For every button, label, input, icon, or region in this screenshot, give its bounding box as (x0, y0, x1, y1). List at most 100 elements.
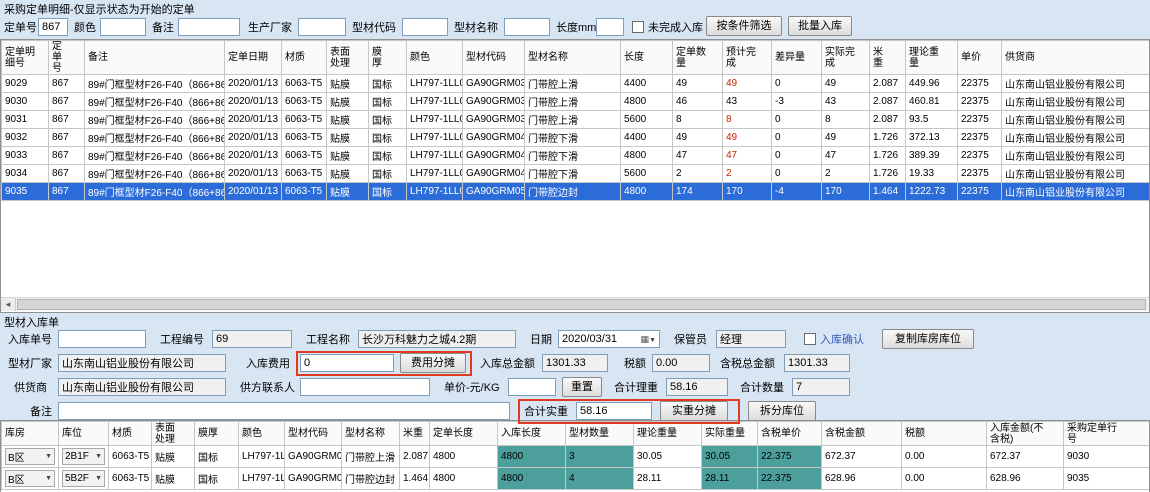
actual-weight-allocate-button[interactable]: 实重分摊 (660, 401, 728, 421)
length-input[interactable] (596, 18, 624, 36)
cell: GA90GRM05 (463, 183, 525, 201)
filter-manufacturer-label: 生产厂家 (248, 21, 292, 35)
inbound-total-amount-field[interactable] (542, 354, 608, 372)
column-header: 膜 厚 (369, 41, 407, 75)
column-header: 米 重 (870, 41, 906, 75)
column-header: 理论重量 (634, 422, 702, 446)
color-input[interactable] (100, 18, 146, 36)
cell: B区 ▼ (2, 446, 59, 468)
table-row[interactable]: B区▼2B1F▼6063-T5贴膜国标LH797-1LL0GA90GRM03门带… (2, 446, 1150, 468)
column-header: 型材代码 (463, 41, 525, 75)
split-location-button[interactable]: 拆分库位 (748, 401, 816, 421)
column-header: 差异量 (772, 41, 822, 75)
cell: 山东南山铝业股份有限公司 (1002, 93, 1150, 111)
table-row[interactable]: 903486789#门框型材F26-F40（866+867）2020/01/13… (2, 165, 1150, 183)
table-row[interactable]: B区▼5B2F▼6063-T5贴膜国标LH797-1LL0GA90GRM05门带… (2, 468, 1150, 490)
project-no-field[interactable] (212, 330, 292, 348)
project-no-label: 工程编号 (160, 333, 204, 347)
warehouse-dropdown[interactable]: B区 ▼ (5, 448, 55, 465)
order-no-input[interactable] (38, 18, 68, 36)
column-header: 入库金额(不 含税) (987, 422, 1064, 446)
profile-name-input[interactable] (504, 18, 550, 36)
cell: 门带腔下滑 (525, 129, 621, 147)
chevron-down-icon: ▼ (45, 452, 52, 462)
table-row[interactable]: 903386789#门框型材F26-F40（866+867）2020/01/13… (2, 147, 1150, 165)
supplier-contact-field[interactable] (300, 378, 430, 396)
cell: 门带腔边封 (525, 183, 621, 201)
cell: 9033 (2, 147, 49, 165)
cell: 30.05 (634, 446, 702, 468)
table-row[interactable]: 903286789#门框型材F26-F40（866+867）2020/01/13… (2, 129, 1150, 147)
cell: 8 (673, 111, 723, 129)
column-header: 定单明 细号 (2, 41, 49, 75)
remark-field[interactable] (58, 402, 510, 420)
cell: -4 (772, 183, 822, 201)
cell: 9035 (1064, 468, 1150, 490)
table-row[interactable]: 903086789#门框型材F26-F40（866+867）2020/01/13… (2, 93, 1150, 111)
location-dropdown[interactable]: 5B2F▼ (62, 470, 105, 487)
chevron-down-icon[interactable]: ▼ (649, 337, 656, 344)
scroll-left-arrow-icon[interactable]: ◂ (1, 298, 16, 311)
inbound-no-field[interactable] (58, 330, 146, 348)
total-quantity-field[interactable] (792, 378, 850, 396)
cell: 4800 (621, 147, 673, 165)
batch-inbound-button[interactable]: 批量入库 (788, 16, 852, 36)
cell: LH797-1LL0 (407, 111, 463, 129)
cell: LH797-1LL0 (239, 468, 285, 490)
total-theoretical-weight-field[interactable] (666, 378, 728, 396)
date-label: 日期 (530, 333, 552, 347)
cell: GA90GRM04 (463, 147, 525, 165)
fee-allocate-button[interactable]: 费用分摊 (400, 353, 466, 373)
tax-amount-label: 税额 (624, 357, 646, 371)
cell: 4800 (498, 468, 566, 490)
cell: 2 (822, 165, 870, 183)
dropdown-value: B区 (8, 449, 25, 464)
cell: 2.087 (870, 75, 906, 93)
cell: 9030 (1064, 446, 1150, 468)
inbound-fee-field[interactable] (300, 354, 394, 372)
table-row[interactable]: 903186789#门框型材F26-F40（866+867）2020/01/13… (2, 111, 1150, 129)
cell: 4400 (621, 75, 673, 93)
profile-code-input[interactable] (402, 18, 448, 36)
cell: 门带腔下滑 (525, 165, 621, 183)
reset-button[interactable]: 重置 (562, 377, 602, 397)
cell: 93.5 (906, 111, 958, 129)
cell: 9035 (2, 183, 49, 201)
horizontal-scrollbar[interactable]: ◂ (1, 297, 1149, 311)
total-actual-weight-field[interactable] (576, 402, 652, 420)
cell: 1.726 (870, 165, 906, 183)
cell: 867 (49, 111, 85, 129)
unit-price-field[interactable] (508, 378, 556, 396)
remark-input[interactable] (178, 18, 240, 36)
cell: 贴膜 (152, 468, 195, 490)
cell: 43 (822, 93, 870, 111)
table-row[interactable]: 902986789#门框型材F26-F40（866+867）2020/01/13… (2, 75, 1150, 93)
location-dropdown[interactable]: 2B1F▼ (62, 448, 105, 465)
scrollbar-thumb[interactable] (17, 299, 1146, 310)
cell: 4800 (621, 93, 673, 111)
factory-field[interactable] (58, 354, 226, 372)
inbound-confirm-checkbox[interactable] (804, 333, 816, 345)
cell: 0 (772, 147, 822, 165)
keeper-field[interactable] (716, 330, 786, 348)
manufacturer-input[interactable] (298, 18, 346, 36)
cell: LH797-1LL0 (407, 165, 463, 183)
unfinished-inbound-checkbox[interactable] (632, 21, 644, 33)
project-name-field[interactable] (358, 330, 516, 348)
warehouse-dropdown[interactable]: B区▼ (5, 470, 55, 487)
date-field[interactable]: 2020/03/31 ▦▼ (558, 330, 660, 348)
column-header: 型材数量 (566, 422, 634, 446)
total-with-tax-field[interactable] (784, 354, 850, 372)
supplier-field[interactable] (58, 378, 226, 396)
tax-amount-field[interactable] (652, 354, 710, 372)
cell: 30.05 (702, 446, 758, 468)
filter-by-condition-button[interactable]: 按条件筛选 (706, 16, 782, 36)
copy-warehouse-location-button[interactable]: 复制库房库位 (882, 329, 974, 349)
column-header: 实际重量 (702, 422, 758, 446)
cell: 5600 (621, 165, 673, 183)
table-row[interactable]: 903586789#门框型材F26-F40（866+867）2020/01/13… (2, 183, 1150, 201)
cell: GA90GRM05 (285, 468, 342, 490)
total-theoretical-weight-label: 合计理重 (614, 381, 658, 395)
cell: 9034 (2, 165, 49, 183)
cell: 628.96 (987, 468, 1064, 490)
